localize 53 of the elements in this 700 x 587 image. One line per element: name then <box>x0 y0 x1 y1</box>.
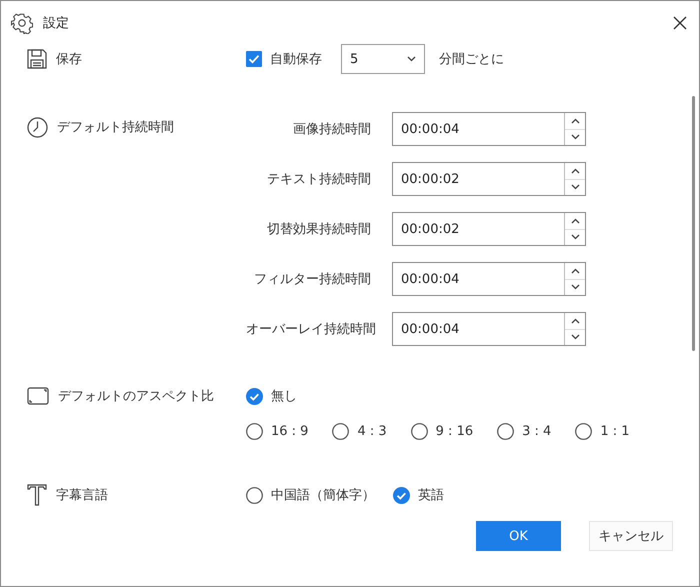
chevron-down-icon <box>570 334 580 340</box>
field-label: 画像持続時間 <box>292 121 371 138</box>
cancel-button[interactable]: キャンセル <box>589 521 673 551</box>
section-label: デフォルトのアスペクト比 <box>58 388 214 405</box>
close-icon[interactable] <box>673 16 687 30</box>
ok-button[interactable]: OK <box>476 521 561 551</box>
settings-icon <box>11 12 33 34</box>
section-label: デフォルト持続時間 <box>57 119 174 136</box>
chevron-up-icon <box>570 318 580 324</box>
duration-spinbox[interactable]: 00:00:04 <box>392 112 586 146</box>
option-label: 4 : 3 <box>357 424 387 438</box>
chevron-down-icon <box>407 56 416 62</box>
radio-button[interactable] <box>332 422 350 440</box>
radio-button[interactable] <box>246 486 263 504</box>
duration-spinbox[interactable]: 00:00:04 <box>392 262 586 296</box>
checkbox-label: 自動保存 <box>270 51 322 68</box>
option-label: 9 : 16 <box>436 424 474 438</box>
checkbox[interactable] <box>246 51 262 67</box>
chevron-up-icon <box>570 118 580 124</box>
chevron-down-icon <box>570 184 580 190</box>
scrollbar[interactable] <box>692 96 695 351</box>
chevron-down-icon <box>570 234 580 240</box>
window-title: 設定 <box>43 15 70 32</box>
duration-spinbox[interactable]: 00:00:02 <box>392 212 586 246</box>
radio-button[interactable] <box>393 486 410 504</box>
chevron-down-icon <box>570 284 580 290</box>
chevron-up-icon <box>570 268 580 274</box>
chevron-up-icon <box>570 168 580 174</box>
duration-spinbox[interactable]: 00:00:04 <box>392 312 586 346</box>
field-label: 切替効果持続時間 <box>266 221 371 238</box>
chevron-down-icon <box>570 134 580 140</box>
option-label: 16 : 9 <box>271 424 308 438</box>
option-label: 1 : 1 <box>600 424 630 438</box>
option-label: 3 : 4 <box>522 424 552 438</box>
radio-button[interactable] <box>410 422 428 440</box>
option-label: 中国語（簡体字） <box>271 487 375 504</box>
option-label: 英語 <box>418 487 444 504</box>
section-label: 字幕言語 <box>56 487 108 504</box>
field-label: フィルター持続時間 <box>253 271 371 288</box>
radio-button[interactable] <box>246 422 263 440</box>
radio-button[interactable] <box>246 388 263 404</box>
radio-button[interactable] <box>575 422 592 440</box>
interval-dropdown[interactable]: 5 <box>341 44 425 74</box>
radio-button[interactable] <box>497 422 514 440</box>
aspect-ratio-icon <box>27 387 49 405</box>
text-icon <box>27 484 47 506</box>
option-label: 無し <box>271 388 297 405</box>
field-label: テキスト持続時間 <box>266 171 371 188</box>
duration-spinbox[interactable]: 00:00:02 <box>392 162 586 196</box>
clock-icon <box>27 116 48 138</box>
chevron-up-icon <box>570 218 580 224</box>
section-label: 保存 <box>56 51 82 68</box>
unit-label: 分間ごとに <box>439 51 504 68</box>
